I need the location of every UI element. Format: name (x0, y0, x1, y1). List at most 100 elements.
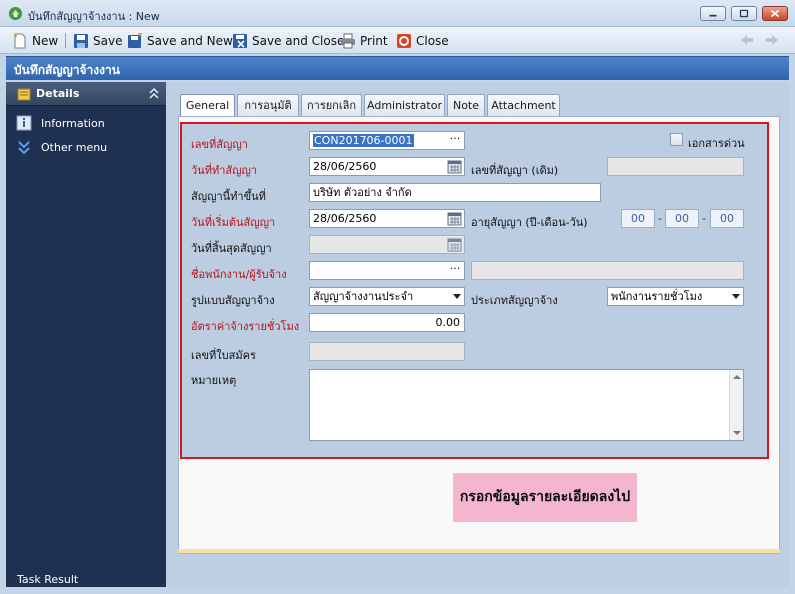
duration-separator: - (702, 212, 706, 225)
hourly-rate-field[interactable]: 0.00 (309, 313, 465, 332)
urgent-document-checkbox[interactable] (670, 133, 683, 146)
start-date-label: วันที่เริ่มต้นสัญญา (191, 216, 276, 229)
remark-label: หมายเหตุ (191, 374, 237, 387)
calendar-icon[interactable] (447, 211, 462, 226)
maximize-icon (739, 9, 749, 18)
maximize-button[interactable] (731, 6, 757, 21)
minimize-button[interactable] (700, 6, 726, 21)
instruction-callout: กรอกข้อมูลรายละเอียดลงไป (453, 473, 637, 522)
save-and-new-button[interactable]: Save and New (127, 31, 233, 50)
print-button[interactable]: Print (340, 31, 388, 50)
contract-no-field[interactable]: CON201706-0001 ··· (309, 131, 465, 150)
tab-general[interactable]: General (180, 94, 235, 118)
contract-place-field[interactable]: บริษัท ตัวอย่าง จำกัด (309, 183, 601, 202)
close-circle-icon (397, 33, 411, 48)
next-record-arrow-icon[interactable] (764, 33, 780, 47)
tab-note[interactable]: Note (447, 94, 485, 117)
tab-cancellation[interactable]: การยกเลิก (301, 94, 362, 117)
contract-no-lookup-button[interactable]: ··· (447, 133, 463, 148)
scroll-down-arrow-icon[interactable] (733, 431, 741, 435)
sidebar-item-other-menu[interactable]: Other menu (16, 138, 107, 156)
sidebar-section-title: Details (36, 87, 80, 100)
tab-panel-footer-strip (178, 549, 780, 554)
toolbar: New Save Save and New Save and Close Pri… (0, 27, 795, 54)
toolbar-divider (65, 33, 66, 48)
contract-no-value: CON201706-0001 (313, 134, 414, 147)
end-date-label: วันที่สิ้นสุดสัญญา (191, 242, 272, 255)
tab-administrator[interactable]: Administrator (364, 94, 445, 117)
contract-no-label: เลขที่สัญญา (191, 138, 248, 151)
contract-form-select[interactable]: สัญญาจ้างงานประจำ (309, 287, 465, 306)
old-contract-no-label: เลขที่สัญญา (เดิม) (471, 164, 559, 177)
contract-date-label: วันที่ทำสัญญา (191, 164, 258, 177)
sidebar-item-label: Information (41, 116, 105, 130)
sidebar-section-header[interactable]: Details (6, 82, 166, 106)
sidebar-item-information[interactable]: Information (16, 114, 105, 132)
task-result-label[interactable]: Task Result (17, 573, 78, 586)
form-header-title: บันทึกสัญญาจ้างงาน (14, 63, 120, 77)
save-button-label: Save (93, 33, 123, 48)
contract-type-select[interactable]: พนักงานรายชั่วโมง (607, 287, 744, 306)
remark-scrollbar[interactable] (729, 370, 743, 440)
close-button[interactable]: Close (396, 31, 449, 50)
calendar-icon[interactable] (447, 159, 462, 174)
print-button-label: Print (360, 33, 388, 48)
sidebar-item-label: Other menu (41, 140, 108, 154)
sidebar: Details Information Other menu Task Resu… (6, 82, 166, 587)
form-header: บันทึกสัญญาจ้างงาน (6, 56, 789, 80)
dropdown-arrow-icon (453, 294, 461, 299)
duration-label: อายุสัญญา (ปี-เดือน-วัน) (471, 216, 588, 229)
double-chevron-down-icon (18, 141, 30, 155)
duration-years-field[interactable]: 00 (621, 209, 655, 228)
save-and-close-button-label: Save and Close (252, 33, 345, 48)
contract-date-value: 28/06/2560 (313, 160, 377, 173)
start-date-field[interactable]: 28/06/2560 (309, 209, 465, 228)
employee-code-field[interactable]: ··· (309, 261, 465, 280)
save-new-icon (128, 32, 142, 48)
start-date-value: 28/06/2560 (313, 212, 377, 225)
new-button-label: New (32, 33, 59, 48)
close-window-button[interactable] (762, 6, 788, 21)
window-title: บันทึกสัญญาจ้างงาน : New (28, 10, 160, 23)
contract-date-field[interactable]: 28/06/2560 (309, 157, 465, 176)
previous-record-arrow-icon[interactable] (739, 33, 755, 47)
floppy-disk-icon (74, 33, 88, 48)
app-recycle-icon (8, 6, 23, 21)
details-notebook-icon (17, 88, 31, 101)
tab-attachment[interactable]: Attachment (487, 94, 560, 117)
contract-place-label: สัญญานี้ทำขึ้นที่ (191, 190, 266, 203)
dropdown-arrow-icon (732, 294, 740, 299)
application-no-label: เลขที่ใบสมัคร (191, 349, 256, 362)
collapse-chevron-up-icon[interactable] (148, 86, 160, 100)
contract-form-label: รูปแบบสัญญาจ้าง (191, 294, 275, 307)
duration-months-field[interactable]: 00 (665, 209, 699, 228)
new-button[interactable]: New (12, 31, 58, 50)
save-close-icon (233, 33, 247, 48)
application-no-field (309, 342, 465, 361)
close-button-label: Close (416, 33, 449, 48)
employee-name-field (471, 261, 744, 280)
tab-approval[interactable]: การอนุมัติ (237, 94, 299, 117)
duration-separator: - (658, 212, 662, 225)
hourly-rate-label: อัตราค่าจ้างรายชั่วโมง (191, 320, 300, 333)
duration-days-field[interactable]: 00 (710, 209, 744, 228)
save-button[interactable]: Save (73, 31, 122, 50)
employee-lookup-button[interactable]: ··· (447, 263, 463, 278)
contract-type-label: ประเภทสัญญาจ้าง (471, 294, 558, 307)
save-and-new-button-label: Save and New (147, 33, 233, 48)
old-contract-no-field (607, 157, 744, 176)
remark-textarea[interactable] (309, 369, 744, 441)
end-date-field (309, 235, 465, 254)
scroll-up-arrow-icon[interactable] (733, 375, 741, 379)
printer-icon (341, 33, 355, 48)
minimize-icon (709, 14, 717, 17)
close-icon (770, 9, 780, 18)
contract-place-value: บริษัท ตัวอย่าง จำกัด (313, 186, 412, 199)
employee-label: ชื่อพนักงาน/ผู้รับจ้าง (191, 268, 287, 281)
contract-form-value: สัญญาจ้างงานประจำ (313, 290, 414, 303)
calendar-icon (447, 238, 462, 252)
save-and-close-button[interactable]: Save and Close (232, 31, 344, 50)
window-titlebar: บันทึกสัญญาจ้างงาน : New (0, 0, 795, 27)
urgent-document-label: เอกสารด่วน (688, 137, 745, 150)
info-icon (16, 115, 32, 131)
